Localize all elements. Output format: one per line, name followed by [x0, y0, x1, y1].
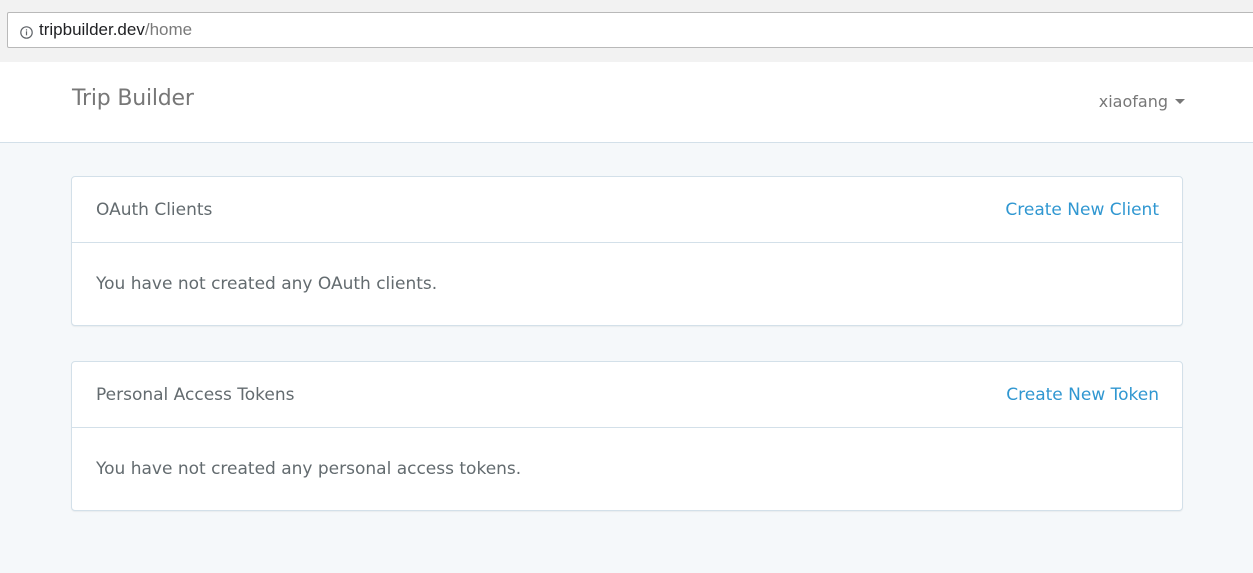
brand-link[interactable]: Trip Builder [72, 86, 194, 111]
create-new-token-link[interactable]: Create New Token [1006, 385, 1159, 405]
user-menu-toggle[interactable]: xiaofang [1099, 92, 1185, 111]
panel-heading: Personal Access Tokens Create New Token [72, 362, 1182, 428]
empty-message: You have not created any personal access… [96, 459, 522, 479]
panel-title: Personal Access Tokens [96, 384, 295, 405]
create-new-client-link[interactable]: Create New Client [1005, 200, 1159, 220]
navbar: Trip Builder xiaofang [0, 62, 1253, 143]
personal-access-tokens-panel: Personal Access Tokens Create New Token … [71, 361, 1183, 511]
panel-body: You have not created any OAuth clients. [72, 243, 1182, 325]
address-bar[interactable]: tripbuilder.dev/home [7, 12, 1253, 48]
empty-message: You have not created any OAuth clients. [96, 274, 438, 294]
url-text[interactable]: tripbuilder.dev/home [39, 20, 192, 40]
panel-body: You have not created any personal access… [72, 428, 1182, 510]
panel-title: OAuth Clients [96, 199, 213, 220]
info-icon[interactable] [20, 24, 33, 39]
caret-down-icon [1175, 99, 1185, 104]
browser-toolbar: tripbuilder.dev/home [0, 0, 1253, 63]
user-name: xiaofang [1098, 92, 1168, 111]
oauth-clients-panel: OAuth Clients Create New Client You have… [71, 176, 1183, 326]
url-host: tripbuilder.dev [39, 20, 145, 39]
panel-heading: OAuth Clients Create New Client [72, 177, 1182, 243]
url-path: /home [144, 20, 193, 39]
